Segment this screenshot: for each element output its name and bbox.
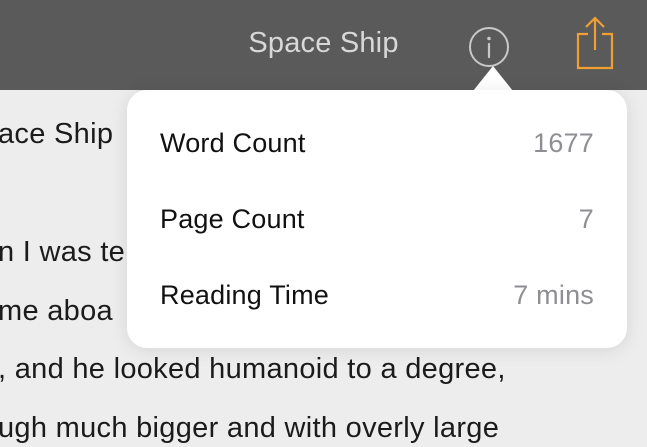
share-icon <box>576 16 614 70</box>
stat-value: 7 mins <box>513 280 594 310</box>
document-line: , and he looked humanoid to a degree, <box>0 353 506 385</box>
document-line: ace Ship <box>0 118 114 150</box>
stat-label: Reading Time <box>160 280 329 310</box>
stat-row-word-count: Word Count 1677 <box>160 128 594 168</box>
navigation-bar: Space Ship <box>0 0 647 90</box>
stat-label: Word Count <box>160 128 306 158</box>
stat-value: 1677 <box>533 128 594 158</box>
share-button[interactable] <box>574 14 616 70</box>
stat-value: 7 <box>578 204 594 234</box>
document-info-popover: Word Count 1677 Page Count 7 Reading Tim… <box>127 90 627 348</box>
document-line: ugh much bigger and with overly large <box>0 412 500 444</box>
stat-row-page-count: Page Count 7 <box>160 204 594 244</box>
document-title: Space Ship <box>248 27 399 59</box>
info-button[interactable] <box>466 24 512 70</box>
stat-label: Page Count <box>160 204 305 234</box>
document-line: me aboa <box>0 295 113 327</box>
info-circle-icon <box>469 27 509 67</box>
popover-arrow <box>473 66 513 91</box>
stat-row-reading-time: Reading Time 7 mins <box>160 280 594 320</box>
document-line: n I was te <box>0 236 126 268</box>
